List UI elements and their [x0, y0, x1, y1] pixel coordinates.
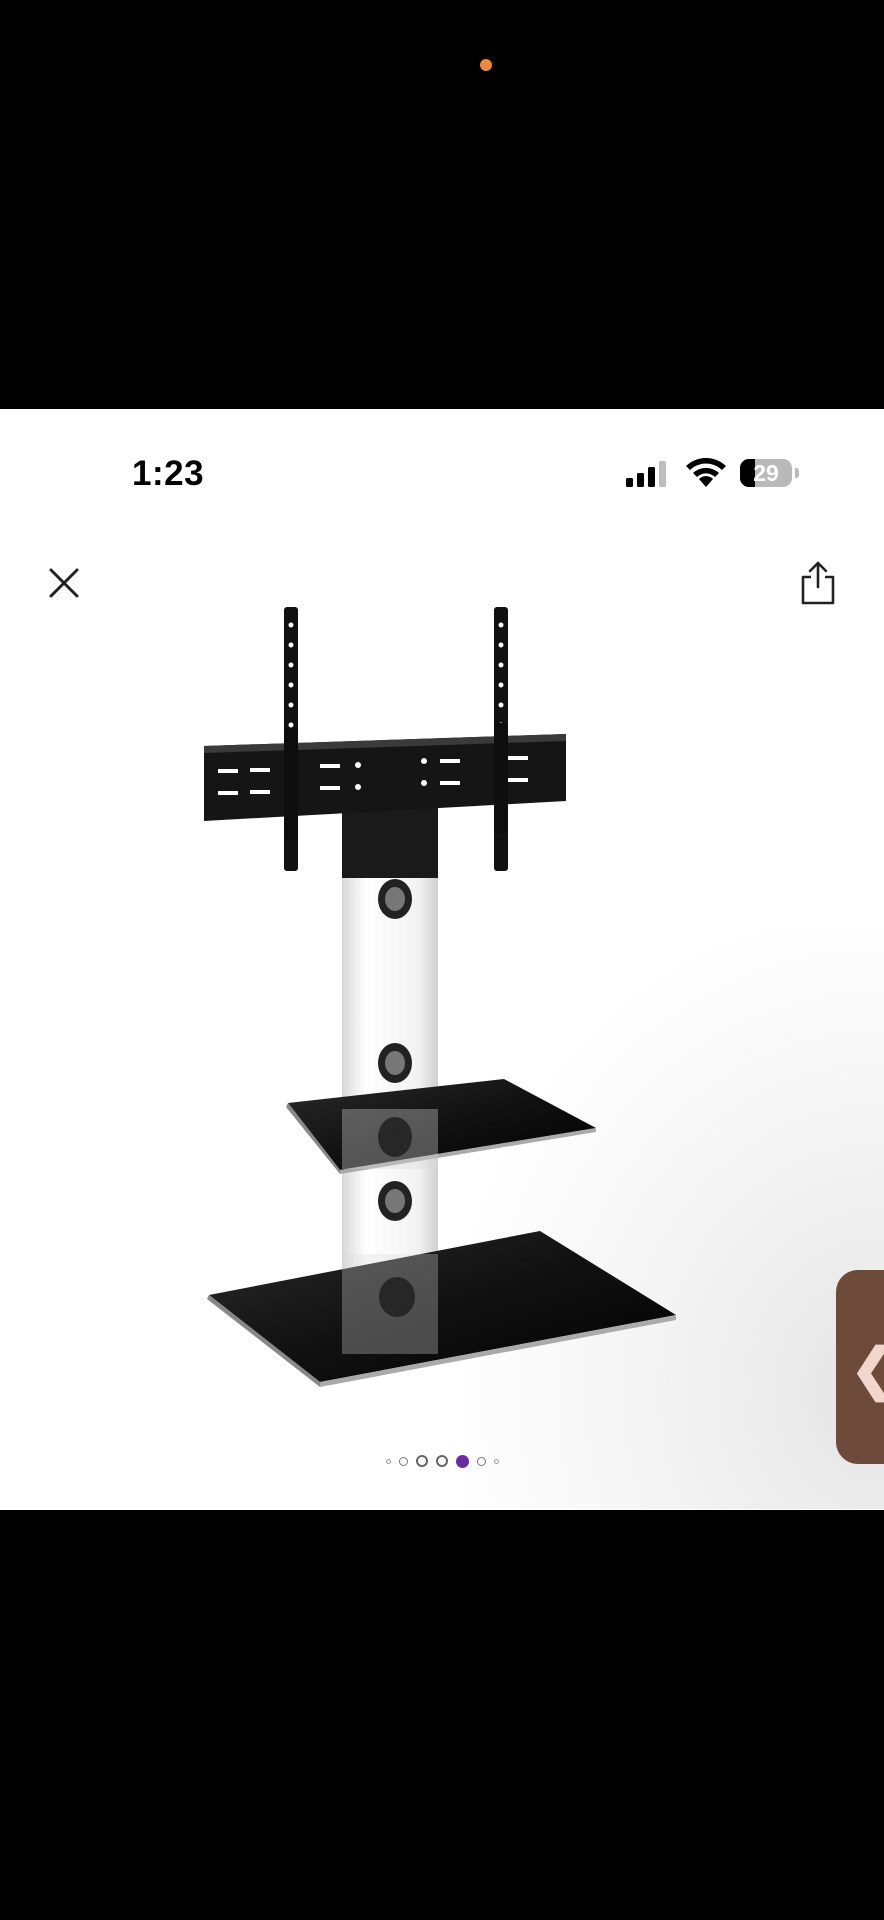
status-time: 1:23 [132, 454, 205, 493]
page-dot-5-active[interactable] [455, 1454, 469, 1468]
cellular-signal-icon [626, 461, 666, 487]
page-dot-4[interactable] [435, 1455, 448, 1467]
app-screen: 1:23 29 [0, 409, 884, 1510]
status-bar: 1:23 29 [0, 409, 884, 539]
page-dot-6[interactable] [476, 1456, 486, 1466]
page-dot-2[interactable] [398, 1456, 408, 1466]
battery-cap [795, 468, 799, 478]
page-dot-1[interactable] [385, 1458, 391, 1464]
battery-indicator: 29 [740, 459, 792, 487]
tv-stand-product-image[interactable] [0, 529, 884, 1389]
battery-percent: 29 [753, 460, 779, 486]
wifi-icon [686, 458, 726, 487]
gallery-page-indicator [0, 1451, 884, 1471]
cable-hole-1 [378, 879, 412, 919]
page-dot-3[interactable] [415, 1455, 428, 1467]
page-dot-7[interactable] [493, 1458, 499, 1464]
chevron-left-icon: ❮ [850, 1336, 884, 1402]
side-panel-handle[interactable]: ❮ [836, 1270, 884, 1464]
camera-indicator-dot [480, 59, 492, 71]
